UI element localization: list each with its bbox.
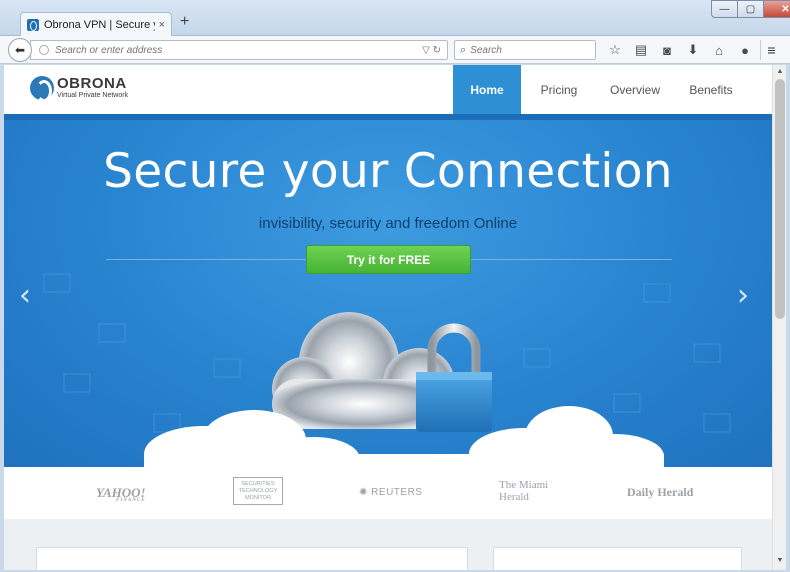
- reload-icon[interactable]: ▽ ↻: [422, 45, 441, 56]
- padlock-icon: [416, 323, 492, 432]
- page-viewport: OBRONA Virtual Private Network Home Pric…: [4, 65, 772, 570]
- scroll-up-icon[interactable]: ▲: [775, 68, 785, 78]
- press-logo-stm: SECURITIES TECHNOLOGY MONITOR: [233, 477, 283, 505]
- download-icon[interactable]: ⬇: [680, 41, 706, 59]
- back-button[interactable]: ⬅: [8, 38, 32, 62]
- page-scrollbar[interactable]: ▲ ▼: [772, 65, 786, 570]
- tab-close-button[interactable]: ×: [159, 19, 165, 31]
- hero-title: Secure your Connection: [103, 144, 673, 199]
- home-icon[interactable]: ⌂: [706, 41, 732, 59]
- toolbar-icons: ☆ ▤ ◙ ⬇ ⌂ ●: [602, 41, 758, 59]
- press-logo-daily-herald: Daily Herald: [627, 485, 694, 499]
- star-icon[interactable]: ☆: [602, 41, 628, 59]
- content-card-left: [36, 547, 468, 570]
- obrona-logo-icon: [30, 76, 54, 102]
- tab-title: Obrona VPN | Secure your ...: [44, 18, 155, 31]
- site-header: OBRONA Virtual Private Network Home Pric…: [4, 65, 772, 114]
- maximize-button[interactable]: ▢: [738, 0, 764, 18]
- slider-next-icon[interactable]: ›: [737, 278, 749, 313]
- press-logo-yahoo: YAHOO! FINANCE: [96, 485, 146, 503]
- site-nav: Home Pricing Overview Benefits: [453, 65, 749, 114]
- press-logo-miami-herald: The Miami Herald: [499, 479, 549, 503]
- window-controls: — ▢ ✕: [711, 0, 790, 18]
- close-window-button[interactable]: ✕: [764, 0, 790, 18]
- nav-pricing[interactable]: Pricing: [521, 65, 597, 114]
- press-logo-reuters: ✺ REUTERS: [359, 487, 422, 498]
- search-icon: ⌕: [460, 43, 467, 56]
- nav-benefits[interactable]: Benefits: [673, 65, 749, 114]
- minimize-button[interactable]: —: [711, 0, 738, 18]
- address-input[interactable]: [55, 44, 423, 56]
- tab-favicon-icon: [27, 18, 39, 31]
- scrollbar-thumb[interactable]: [775, 79, 785, 319]
- hero-divider-right: [470, 259, 672, 260]
- hamburger-menu-icon[interactable]: ≡: [760, 40, 782, 60]
- new-tab-button[interactable]: +: [180, 14, 189, 30]
- back-arrow-icon: ⬅: [14, 43, 26, 57]
- hero-divider-left: [106, 259, 308, 260]
- browser-tab[interactable]: Obrona VPN | Secure your ... ×: [20, 12, 172, 36]
- search-bar[interactable]: ⌕: [454, 40, 596, 60]
- browser-titlebar: Obrona VPN | Secure your ... × + — ▢ ✕: [0, 0, 790, 36]
- hero-subtitle: invisibility, security and freedom Onlin…: [258, 215, 518, 232]
- content-area: [4, 519, 772, 570]
- content-card-right: [493, 547, 742, 570]
- try-free-button[interactable]: Try it for FREE: [306, 245, 471, 274]
- scroll-down-icon[interactable]: ▼: [775, 557, 785, 567]
- hero-banner: Secure your Connection invisibility, sec…: [4, 114, 772, 467]
- reading-list-icon[interactable]: ▤: [628, 41, 654, 59]
- logo-name: OBRONA: [57, 74, 127, 92]
- address-bar[interactable]: ▽ ↻: [30, 40, 448, 60]
- globe-icon: [39, 45, 49, 55]
- chat-icon[interactable]: ●: [732, 41, 758, 59]
- press-logos-strip: YAHOO! FINANCE SECURITIES TECHNOLOGY MON…: [4, 467, 772, 519]
- slider-prev-icon[interactable]: ‹: [19, 278, 31, 313]
- logo-tagline: Virtual Private Network: [57, 91, 129, 99]
- nav-home[interactable]: Home: [453, 65, 521, 114]
- search-input[interactable]: [470, 44, 571, 56]
- reuters-dot-icon: ✺: [359, 487, 372, 498]
- browser-navbar: ▽ ↻ ⬅ ⌕ ☆ ▤ ◙ ⬇ ⌂ ● ≡: [0, 36, 790, 64]
- press-reuters-text: REUTERS: [371, 487, 423, 498]
- site-logo[interactable]: OBRONA Virtual Private Network: [30, 74, 129, 102]
- pocket-icon[interactable]: ◙: [654, 41, 680, 59]
- nav-overview[interactable]: Overview: [597, 65, 673, 114]
